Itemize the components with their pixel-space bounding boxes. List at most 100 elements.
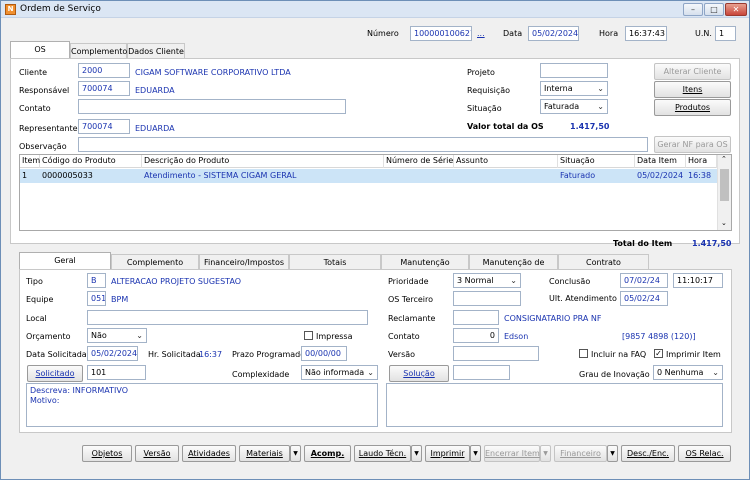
prazo-label: Prazo Programado [232, 350, 306, 359]
col-codigo[interactable]: Código do Produto [40, 155, 142, 168]
grau-inovacao-select[interactable]: 0 Nenhuma ⌄ [653, 365, 723, 380]
representante-code-field[interactable]: 700074 [78, 119, 130, 134]
tipo-field[interactable]: B [87, 273, 106, 288]
versao-button[interactable]: Versão [135, 445, 179, 462]
scrollbar-thumb[interactable] [720, 169, 729, 201]
chevron-down-icon: ⌄ [367, 368, 374, 377]
desc-enc-button[interactable]: Desc./Enc. [621, 445, 675, 462]
tab-os[interactable]: OS [10, 41, 70, 59]
contato-field[interactable] [78, 99, 346, 114]
encerrar-item-button[interactable]: Encerrar Item [484, 445, 540, 462]
tab-dados-cliente[interactable]: Dados Cliente [127, 43, 185, 59]
solicitado-button[interactable]: Solicitado [27, 365, 83, 382]
un-label: U.N. [695, 29, 712, 38]
imprimir-item-checkbox[interactable]: ✓ [654, 349, 663, 358]
situacao-select[interactable]: Faturada ⌄ [540, 99, 608, 114]
incluir-faq-checkbox[interactable] [579, 349, 588, 358]
reclamante-field[interactable] [453, 310, 499, 325]
col-item[interactable]: Item [20, 155, 40, 168]
laudo-dropdown-icon[interactable]: ▼ [411, 445, 422, 462]
laudo-button[interactable]: Laudo Técn. [354, 445, 411, 462]
col-hora[interactable]: Hora [686, 155, 717, 168]
financeiro-dropdown-icon[interactable]: ▼ [607, 445, 618, 462]
tab-financeiro[interactable]: Financeiro/Impostos [199, 254, 289, 270]
orcamento-label: Orçamento [26, 332, 71, 341]
minimize-icon[interactable]: – [683, 3, 703, 16]
scroll-down-icon[interactable]: ⌄ [721, 219, 727, 227]
col-descricao[interactable]: Descrição do Produto [142, 155, 384, 168]
numero-lookup-button[interactable]: ... [477, 29, 485, 38]
ult-atend-field[interactable]: 05/02/24 [620, 291, 668, 306]
col-data-item[interactable]: Data Item [635, 155, 686, 168]
solucao-textarea[interactable] [386, 383, 723, 427]
contato-phone: [9857 4898 (120)] [622, 332, 696, 341]
solucao-button[interactable]: Solução [389, 365, 449, 382]
produtos-button[interactable]: Produtos [654, 99, 731, 116]
situacao-label: Situação [467, 104, 502, 113]
atividades-button[interactable]: Atividades [182, 445, 236, 462]
col-serie[interactable]: Número de Série [384, 155, 454, 168]
tab-totais[interactable]: Totais [289, 254, 381, 270]
cell-codigo: 0000005033 [42, 171, 93, 180]
conclusao-date-field[interactable]: 07/02/24 [620, 273, 668, 288]
conclusao-time-field[interactable]: 11:10:17 [673, 273, 723, 288]
projeto-field[interactable] [540, 63, 608, 78]
os-relac-button[interactable]: OS Relac. [678, 445, 731, 462]
contato-num-field[interactable]: 0 [453, 328, 499, 343]
tab-complemento[interactable]: Complemento [70, 43, 127, 59]
app-icon: N [5, 4, 16, 15]
maximize-icon[interactable]: □ [704, 3, 724, 16]
un-field[interactable]: 1 [715, 26, 736, 41]
complexidade-value: Não informada [305, 368, 365, 377]
data-solicitada-field[interactable]: 05/02/2024 [87, 346, 138, 361]
tab-manutencao-industrial[interactable]: Manutenção Industrial [381, 254, 469, 282]
col-assunto[interactable]: Assunto [454, 155, 558, 168]
imprimir-dropdown-icon[interactable]: ▼ [470, 445, 481, 462]
prioridade-select[interactable]: 3 Normal ⌄ [453, 273, 521, 288]
complexidade-select[interactable]: Não informada ⌄ [301, 365, 378, 380]
table-row[interactable]: 1 0000005033 Atendimento - SISTEMA CIGAM… [20, 169, 717, 183]
tab-contrato[interactable]: Contrato [558, 254, 649, 270]
tab-manutencao-frotas[interactable]: Manutenção de Frotas [469, 254, 558, 282]
responsavel-name: EDUARDA [135, 86, 175, 95]
orcamento-select[interactable]: Não ⌄ [87, 328, 147, 343]
responsavel-code-field[interactable]: 700074 [78, 81, 130, 96]
hora-field[interactable]: 16:37:43 [625, 26, 667, 41]
financeiro-button[interactable]: Financeiro [554, 445, 607, 462]
tab-complemento-geral[interactable]: Complemento [111, 254, 199, 270]
description-textarea[interactable]: Descreva: INFORMATIVO Motivo: [26, 383, 378, 427]
solucao-field[interactable] [453, 365, 510, 380]
equipe-field[interactable]: 051 [87, 291, 106, 306]
objetos-button[interactable]: Objetos [82, 445, 132, 462]
chevron-down-icon: ⌄ [712, 368, 719, 377]
col-situacao[interactable]: Situação [558, 155, 635, 168]
requisicao-select[interactable]: Interna ⌄ [540, 81, 608, 96]
encerrar-dropdown-icon[interactable]: ▼ [540, 445, 551, 462]
gerar-nf-button[interactable]: Gerar NF para OS [654, 136, 731, 153]
materiais-dropdown-icon[interactable]: ▼ [290, 445, 301, 462]
reclamante-desc: CONSIGNATARIO PRA NF [504, 314, 602, 323]
items-grid-scrollbar[interactable]: ⌃ ⌄ [717, 155, 731, 230]
alterar-cliente-button[interactable]: Alterar Cliente [654, 63, 731, 80]
tab-geral[interactable]: Geral [19, 252, 111, 270]
os-terceiro-field[interactable] [453, 291, 521, 306]
local-field[interactable] [87, 310, 368, 325]
observacao-field[interactable] [78, 137, 648, 152]
close-icon[interactable]: ✕ [725, 3, 747, 16]
scroll-up-icon[interactable]: ⌃ [721, 155, 727, 163]
numero-field[interactable]: 100000100627 [410, 26, 472, 41]
solicitado-field[interactable]: 101 [87, 365, 146, 380]
acomp-button[interactable]: Acomp. [304, 445, 351, 462]
materiais-button[interactable]: Materiais [239, 445, 290, 462]
impressa-checkbox[interactable] [304, 331, 313, 340]
requisicao-label: Requisição [467, 86, 511, 95]
data-field[interactable]: 05/02/2024 [528, 26, 579, 41]
versao-field[interactable] [453, 346, 539, 361]
prazo-field[interactable]: 00/00/00 [301, 346, 347, 361]
itens-button[interactable]: Itens [654, 81, 731, 98]
representante-name: EDUARDA [135, 124, 175, 133]
cliente-code-field[interactable]: 2000 [78, 63, 130, 78]
imprimir-button[interactable]: Imprimir [425, 445, 470, 462]
conclusao-label: Conclusão [549, 277, 591, 286]
cell-situacao: Faturado [560, 171, 596, 180]
